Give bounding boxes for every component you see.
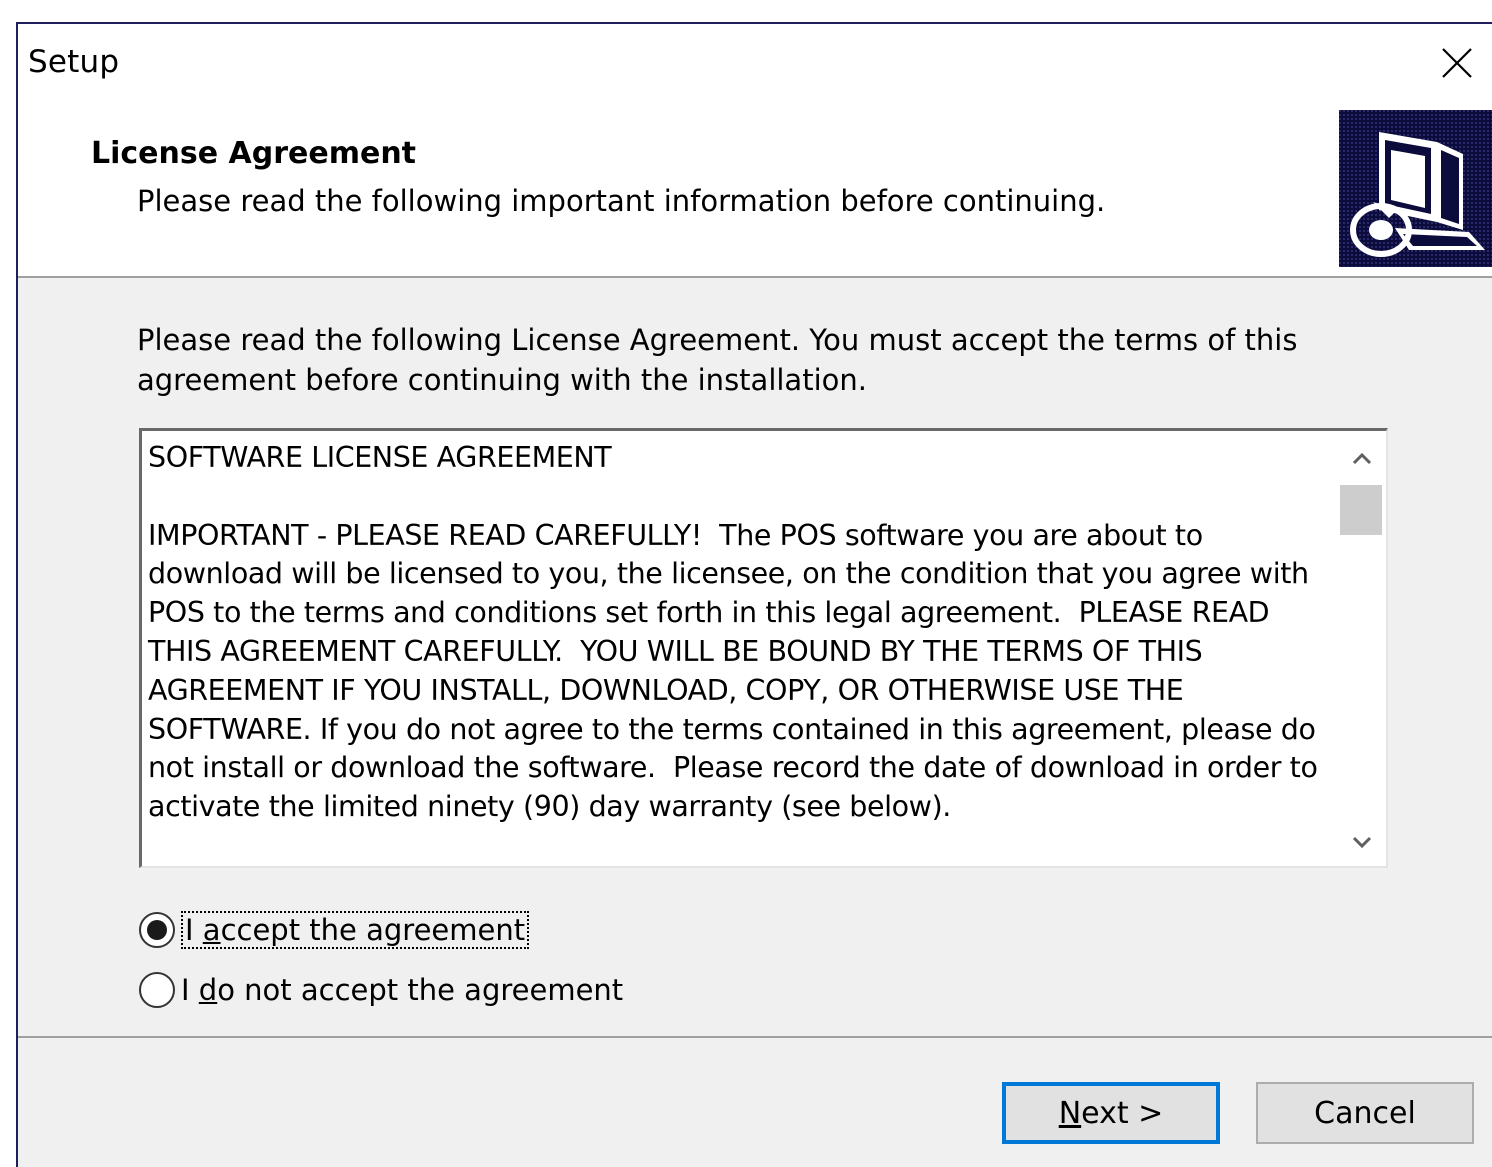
license-textbox[interactable]: SOFTWARE LICENSE AGREEMENT IMPORTANT - P… <box>139 428 1388 868</box>
license-text: SOFTWARE LICENSE AGREEMENT IMPORTANT - P… <box>148 441 1318 824</box>
next-label-rest: ext > <box>1081 1095 1164 1131</box>
instructions-text: Please read the following License Agreem… <box>137 323 1298 397</box>
decline-radio-label[interactable]: I do not accept the agreement <box>181 973 623 1007</box>
accept-label-prefix: I <box>185 913 203 947</box>
next-label-accel: N <box>1058 1095 1082 1131</box>
cancel-button[interactable]: Cancel <box>1256 1082 1474 1144</box>
close-icon <box>1442 48 1472 78</box>
accept-radio-label[interactable]: I accept the agreement <box>181 911 530 949</box>
decline-label-rest: o not accept the agreement <box>217 973 624 1007</box>
page-title: License Agreement <box>91 136 417 171</box>
setup-computer-icon <box>1339 110 1492 267</box>
setup-window: Setup License Agreement Please read the … <box>16 22 1492 1167</box>
chevron-up-icon <box>1352 452 1372 465</box>
scroll-up-button[interactable] <box>1340 439 1384 479</box>
accept-label-rest: ccept the agreement <box>220 913 526 947</box>
next-button[interactable]: Next > <box>1002 1082 1220 1144</box>
decline-label-accel: d <box>198 973 218 1007</box>
decline-radio-button[interactable] <box>139 972 175 1008</box>
wizard-header: License Agreement Please read the follow… <box>18 106 1492 278</box>
accept-label-accel: a <box>202 913 221 947</box>
vertical-scrollbar[interactable] <box>1340 433 1384 864</box>
title-bar: Setup <box>18 24 1492 106</box>
cancel-label: Cancel <box>1314 1095 1416 1131</box>
radio-selected-dot <box>147 920 167 940</box>
accept-radio-button[interactable] <box>139 912 175 948</box>
window-title: Setup <box>28 44 120 80</box>
decline-radio-option[interactable]: I do not accept the agreement <box>139 967 623 1013</box>
page-subtitle: Please read the following important info… <box>137 184 1106 218</box>
scroll-thumb[interactable] <box>1340 485 1382 535</box>
accept-radio-option[interactable]: I accept the agreement <box>139 907 530 953</box>
chevron-down-icon <box>1352 836 1372 849</box>
footer-divider <box>18 1036 1492 1038</box>
scroll-down-button[interactable] <box>1340 822 1384 862</box>
close-button[interactable] <box>1422 24 1492 102</box>
decline-label-prefix: I <box>181 973 199 1007</box>
